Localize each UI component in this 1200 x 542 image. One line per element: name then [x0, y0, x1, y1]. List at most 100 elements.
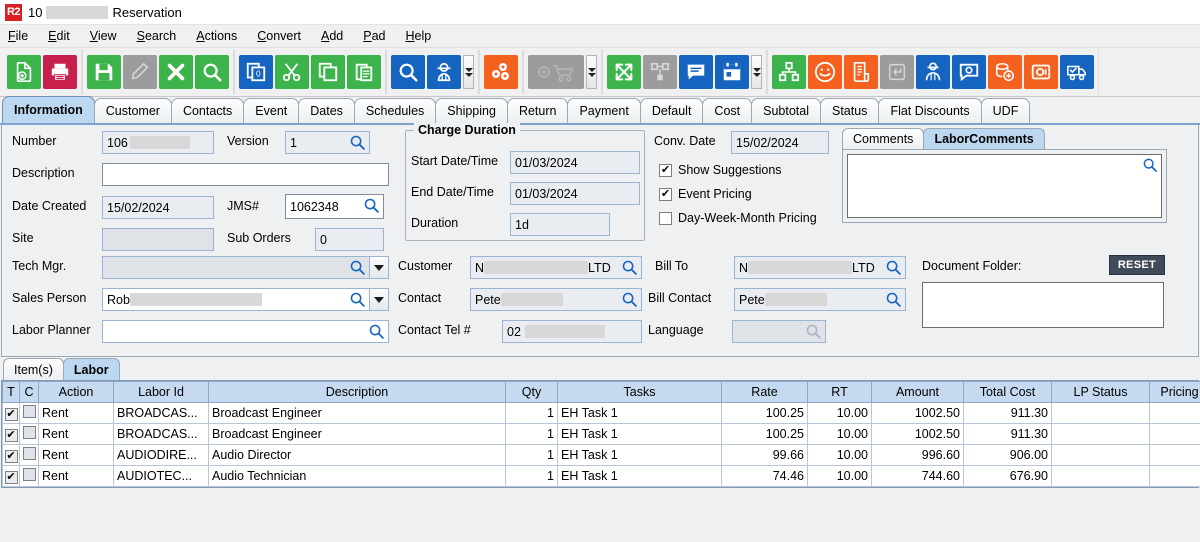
table-row[interactable]: ✔ Rent BROADCAS... Broadcast Engineer 1 … — [3, 424, 1200, 445]
labor-comments-search-icon[interactable] — [1142, 157, 1158, 176]
row-t-checkbox-cell[interactable]: ✔ — [3, 445, 20, 466]
quote-comment-icon[interactable] — [952, 55, 986, 89]
jms-field[interactable]: 1062348 — [285, 194, 384, 219]
col-lp-status[interactable]: LP Status — [1052, 382, 1150, 403]
view-dropdown-arrow-icon[interactable] — [751, 55, 762, 89]
end-date-field[interactable]: 01/03/2024 — [510, 182, 640, 205]
show-suggestions-row[interactable]: ✔ Show Suggestions — [659, 163, 782, 177]
sales-person-search-icon[interactable] — [349, 291, 366, 311]
menu-item-add[interactable]: Add — [321, 29, 343, 43]
col-qty[interactable]: Qty — [506, 382, 558, 403]
payment-coins-icon[interactable] — [988, 55, 1022, 89]
event-pricing-row[interactable]: ✔ Event Pricing — [659, 187, 752, 201]
row-c-checkbox-cell[interactable] — [20, 466, 39, 487]
smiley-icon[interactable] — [808, 55, 842, 89]
jms-search-icon[interactable] — [363, 197, 380, 217]
contact-field[interactable]: Pete — [470, 288, 642, 311]
language-search-icon[interactable] — [805, 323, 822, 343]
col-pricing[interactable]: Pricing — [1150, 382, 1200, 403]
row-t-checkbox[interactable]: ✔ — [5, 429, 18, 442]
row-c-checkbox[interactable] — [23, 426, 36, 439]
menu-item-edit[interactable]: Edit — [48, 29, 70, 43]
bill-contact-field[interactable]: Pete — [734, 288, 906, 311]
version-field[interactable]: 1 — [285, 131, 370, 154]
delivery-truck-icon[interactable] — [1060, 55, 1094, 89]
number-field[interactable]: 106 — [102, 131, 214, 154]
subtab-labor-comments[interactable]: LaborComments — [923, 128, 1044, 149]
invoice-icon[interactable] — [844, 55, 878, 89]
cut-icon[interactable] — [275, 55, 309, 89]
crew-search-icon[interactable] — [427, 55, 461, 89]
sub-orders-field[interactable]: 0 — [315, 228, 384, 251]
row-c-checkbox[interactable] — [23, 447, 36, 460]
menu-item-view[interactable]: View — [90, 29, 117, 43]
tab-information[interactable]: Information — [2, 96, 95, 123]
menu-item-pad[interactable]: Pad — [363, 29, 385, 43]
tab-payment[interactable]: Payment — [567, 98, 640, 123]
menu-item-help[interactable]: Help — [406, 29, 432, 43]
subtab-comments[interactable]: Comments — [842, 128, 924, 149]
show-suggestions-checkbox[interactable]: ✔ — [659, 164, 672, 177]
customer-field[interactable]: N LTD — [470, 256, 642, 279]
labor-comments-textarea[interactable] — [847, 154, 1162, 218]
bill-to-search-icon[interactable] — [885, 259, 902, 279]
delete-icon[interactable] — [159, 55, 193, 89]
tech-mgr-dropdown-icon[interactable] — [370, 256, 389, 279]
tech-mgr-search-icon[interactable] — [349, 259, 366, 279]
col-tasks[interactable]: Tasks — [558, 382, 722, 403]
search-records-icon[interactable] — [391, 55, 425, 89]
row-c-checkbox-cell[interactable] — [20, 424, 39, 445]
tab-default[interactable]: Default — [640, 98, 704, 123]
duplicate-zero-icon[interactable]: 0 — [239, 55, 273, 89]
expand-icon[interactable] — [607, 55, 641, 89]
date-created-field[interactable]: 15/02/2024 — [102, 196, 214, 219]
tab-return[interactable]: Return — [507, 98, 569, 123]
labor-planner-field[interactable] — [102, 320, 389, 343]
language-field[interactable] — [732, 320, 826, 343]
grid-tab-labor[interactable]: Labor — [63, 358, 120, 380]
tab-dates[interactable]: Dates — [298, 98, 355, 123]
row-t-checkbox-cell[interactable]: ✔ — [3, 403, 20, 424]
menu-item-search[interactable]: Search — [137, 29, 177, 43]
col-labor-id[interactable]: Labor Id — [114, 382, 209, 403]
row-t-checkbox-cell[interactable]: ✔ — [3, 424, 20, 445]
menu-item-convert[interactable]: Convert — [257, 29, 301, 43]
copy-icon[interactable] — [311, 55, 345, 89]
row-c-checkbox-cell[interactable] — [20, 403, 39, 424]
col-c[interactable]: C — [20, 382, 39, 403]
labor-planner-search-icon[interactable] — [368, 323, 385, 343]
print-icon[interactable] — [43, 55, 77, 89]
row-t-checkbox-cell[interactable]: ✔ — [3, 466, 20, 487]
document-folder-field[interactable] — [922, 282, 1164, 328]
calendar-icon[interactable] — [715, 55, 749, 89]
col-total-cost[interactable]: Total Cost — [964, 382, 1052, 403]
tab-event[interactable]: Event — [243, 98, 299, 123]
menu-item-file[interactable]: File — [8, 29, 28, 43]
col-description[interactable]: Description — [209, 382, 506, 403]
table-row[interactable]: ✔ Rent AUDIOTEC... Audio Technician 1 EH… — [3, 466, 1200, 487]
row-t-checkbox[interactable]: ✔ — [5, 408, 18, 421]
table-row[interactable]: ✔ Rent BROADCAS... Broadcast Engineer 1 … — [3, 403, 1200, 424]
site-field[interactable] — [102, 228, 214, 251]
tab-schedules[interactable]: Schedules — [354, 98, 436, 123]
row-t-checkbox[interactable]: ✔ — [5, 471, 18, 484]
safe-icon[interactable] — [1024, 55, 1058, 89]
purchase-dropdown-arrow-icon[interactable] — [586, 55, 597, 89]
sales-person-combo[interactable]: Rob — [102, 288, 389, 311]
tab-flat-discounts[interactable]: Flat Discounts — [878, 98, 981, 123]
tab-customer[interactable]: Customer — [94, 98, 172, 123]
tab-contacts[interactable]: Contacts — [171, 98, 244, 123]
sales-person-dropdown-icon[interactable] — [370, 288, 389, 311]
return-icon[interactable] — [880, 55, 914, 89]
description-field[interactable] — [102, 163, 389, 186]
row-t-checkbox[interactable]: ✔ — [5, 450, 18, 463]
contact-search-icon[interactable] — [621, 291, 638, 311]
col-amount[interactable]: Amount — [872, 382, 964, 403]
new-document-icon[interactable] — [7, 55, 41, 89]
add-to-cart-icon[interactable]: PO — [528, 55, 584, 89]
menu-item-actions[interactable]: Actions — [196, 29, 237, 43]
version-search-icon[interactable] — [349, 134, 366, 154]
sales-person-field[interactable]: Rob — [102, 288, 370, 311]
grid-tab-items[interactable]: Item(s) — [3, 358, 64, 380]
start-date-field[interactable]: 01/03/2024 — [510, 151, 640, 174]
